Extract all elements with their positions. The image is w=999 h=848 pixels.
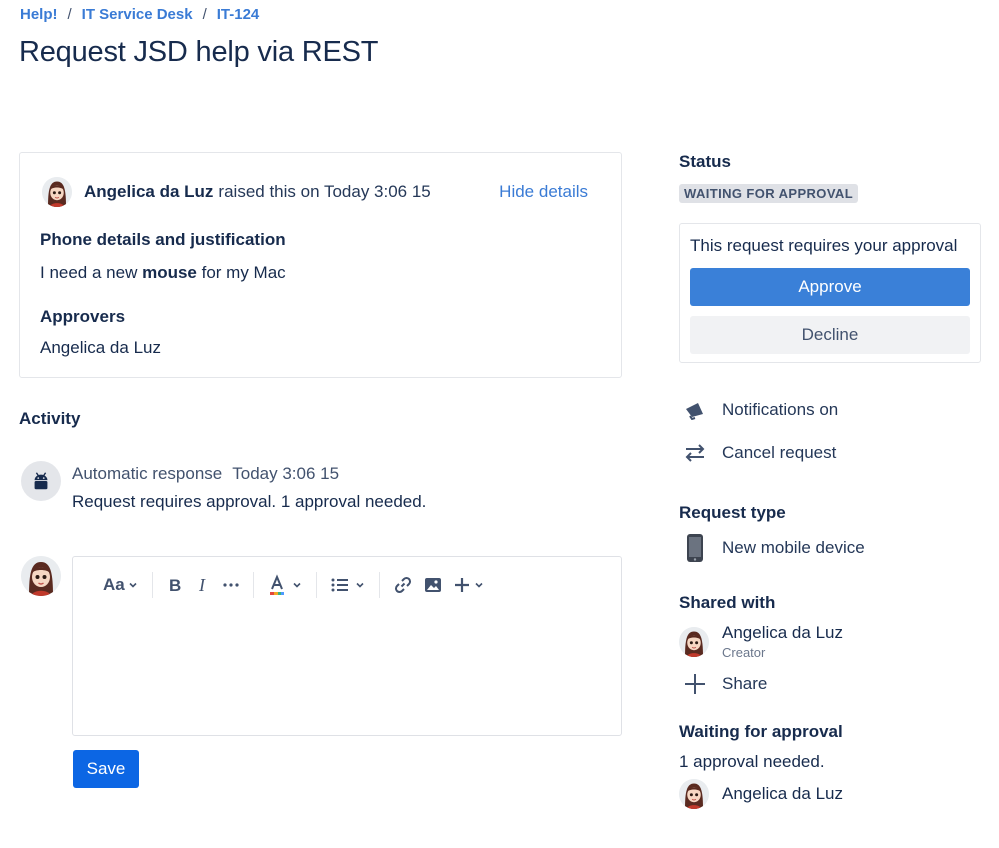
cancel-request-action[interactable]: Cancel request — [683, 443, 836, 463]
field-value-phone-details: I need a new mouse for my Mac — [40, 263, 286, 282]
share-button[interactable]: Share — [683, 673, 767, 695]
bold-icon[interactable]: B — [167, 576, 183, 594]
shared-with-label: Shared with — [679, 593, 776, 612]
editor-toolbar: Aa B I — [103, 572, 484, 598]
avatar — [679, 779, 709, 809]
activity-text: Request requires approval. 1 approval ne… — [72, 492, 427, 511]
page-title: Request JSD help via REST — [19, 36, 379, 68]
breadcrumb: Help! / IT Service Desk / IT-124 — [20, 6, 259, 23]
toolbar-divider — [378, 572, 380, 598]
toolbar-divider — [315, 572, 317, 598]
svg-text:B: B — [169, 576, 181, 594]
raised-text: raised this on Today 3:06 15 — [218, 182, 431, 201]
svg-text:I: I — [198, 576, 206, 594]
field-value-approvers: Angelica da Luz — [40, 338, 161, 357]
chevron-down-icon — [129, 582, 137, 588]
text-color-icon[interactable] — [268, 574, 302, 596]
shared-user-row: Angelica da Luz Creator — [679, 623, 843, 660]
request-type-label: Request type — [679, 503, 786, 522]
share-label: Share — [722, 674, 768, 693]
plus-icon[interactable] — [454, 577, 484, 593]
italic-icon[interactable]: I — [197, 576, 211, 594]
link-icon[interactable] — [394, 576, 412, 594]
transfer-icon — [683, 443, 707, 463]
hide-details-link[interactable]: Hide details — [499, 182, 588, 202]
approve-button[interactable]: Approve — [690, 268, 970, 306]
more-icon[interactable] — [223, 582, 239, 588]
breadcrumb-help[interactable]: Help! — [20, 6, 58, 23]
request-type-value: New mobile device — [722, 538, 865, 557]
save-button[interactable]: Save — [73, 750, 139, 788]
decline-button[interactable]: Decline — [690, 316, 970, 354]
image-icon[interactable] — [424, 576, 442, 594]
toolbar-divider — [151, 572, 153, 598]
avatar — [679, 626, 709, 657]
shared-user-role: Creator — [722, 645, 766, 660]
shared-user-name: Angelica da Luz — [722, 623, 843, 642]
approver-row: Angelica da Luz — [679, 779, 843, 809]
approver-name: Angelica da Luz — [722, 784, 843, 803]
request-type-row: New mobile device — [683, 533, 865, 563]
approvals-needed-text: 1 approval needed. — [679, 752, 825, 771]
phone-icon — [683, 533, 707, 563]
comment-editor[interactable]: Aa B I — [72, 556, 622, 736]
notifications-label: Notifications on — [722, 400, 839, 419]
cancel-request-label: Cancel request — [722, 443, 837, 462]
breadcrumb-issue[interactable]: IT-124 — [217, 6, 260, 23]
activity-meta: Automatic response Today 3:06 15 — [72, 464, 339, 484]
breadcrumb-separator: / — [67, 6, 72, 23]
notifications-toggle[interactable]: Notifications on — [683, 400, 838, 420]
list-icon[interactable] — [331, 578, 365, 592]
status-label: Status — [679, 152, 731, 171]
approval-card: This request requires your approval Appr… — [679, 223, 981, 363]
toolbar-divider — [252, 572, 254, 598]
megaphone-icon — [683, 400, 707, 420]
avatar — [21, 556, 61, 596]
field-label-approvers: Approvers — [40, 307, 126, 326]
raiser-row: Angelica da Luz raised this on Today 3:0… — [42, 177, 431, 207]
raiser-name[interactable]: Angelica da Luz — [84, 182, 213, 202]
status-badge: WAITING FOR APPROVAL — [679, 184, 859, 203]
activity-title: Activity — [19, 409, 81, 428]
android-icon — [21, 461, 61, 501]
breadcrumb-service-desk[interactable]: IT Service Desk — [82, 6, 193, 23]
avatar — [42, 177, 72, 207]
breadcrumb-separator: / — [202, 6, 207, 23]
text-style-dropdown[interactable]: Aa — [103, 575, 138, 595]
activity-time: Today 3:06 15 — [232, 464, 340, 483]
field-label-phone-details: Phone details and justification — [40, 230, 286, 249]
request-details-card: Angelica da Luz raised this on Today 3:0… — [19, 152, 622, 378]
plus-icon — [683, 673, 707, 695]
activity-author: Automatic response — [72, 464, 223, 483]
waiting-for-approval-label: Waiting for approval — [679, 722, 843, 741]
approval-prompt: This request requires your approval — [690, 236, 958, 255]
